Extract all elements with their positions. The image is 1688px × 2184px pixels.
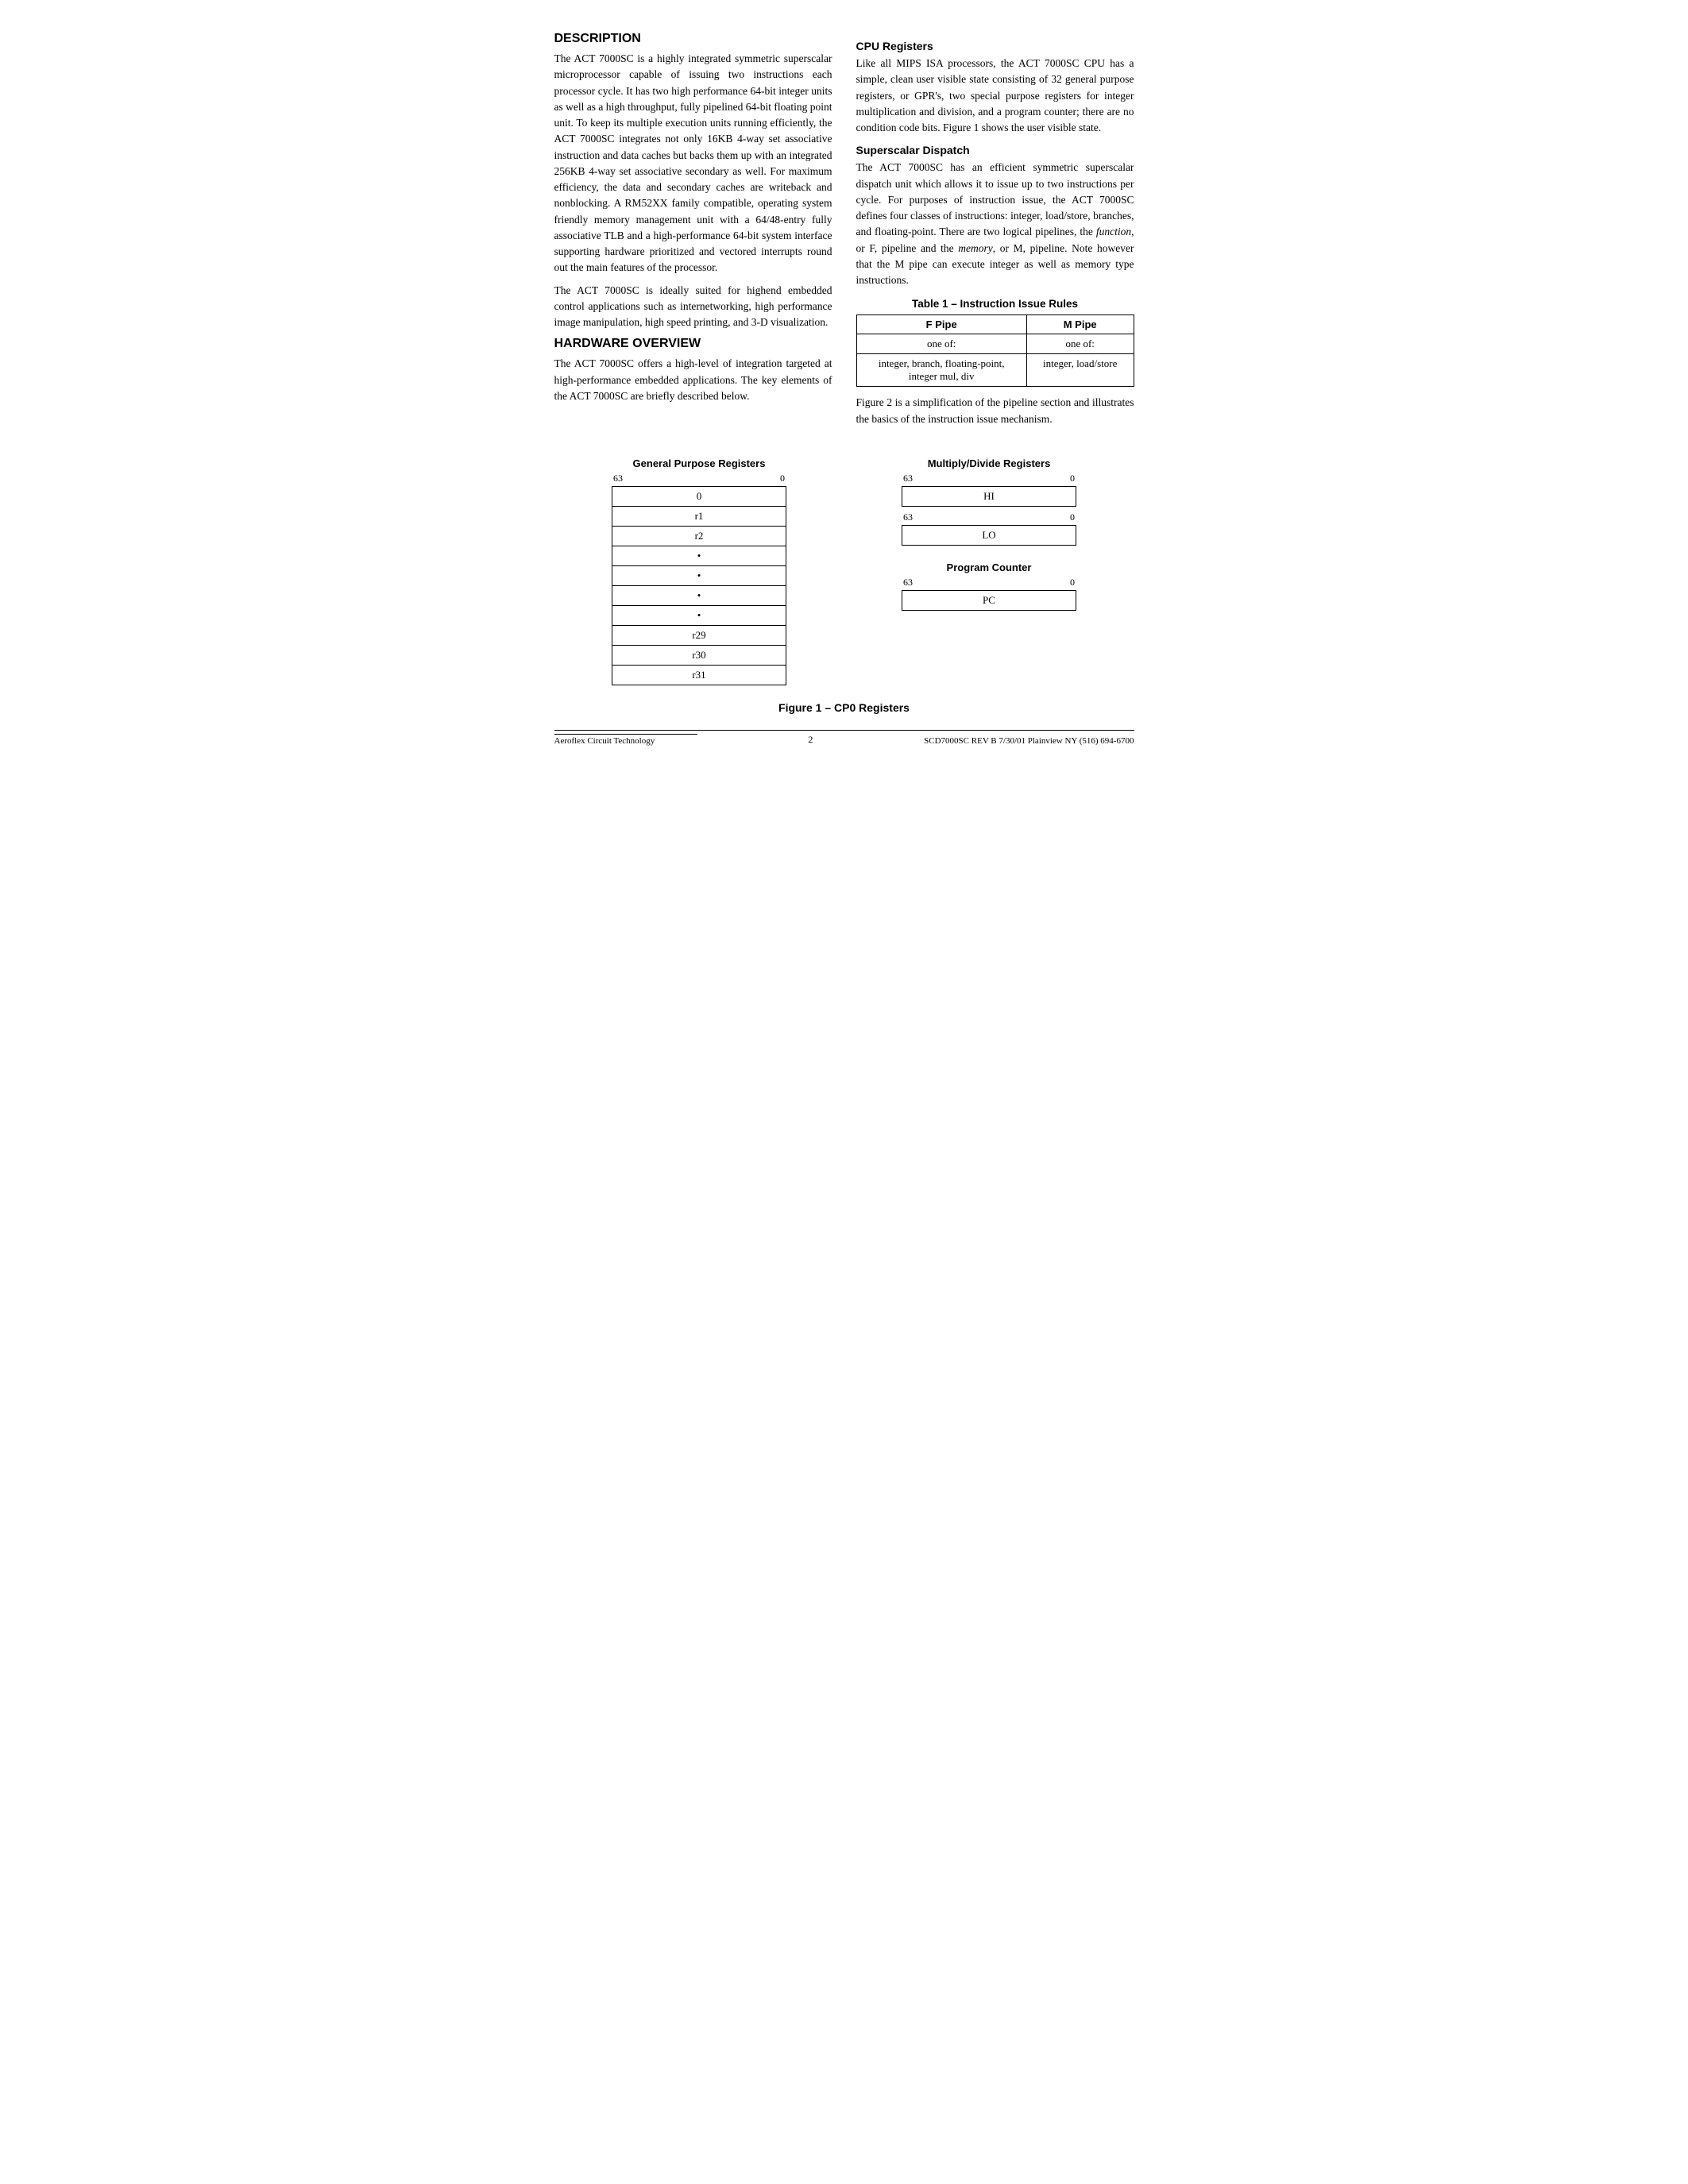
pc-bit-low: 0 bbox=[1070, 577, 1075, 588]
right-column: CPU Registers Like all MIPS ISA processo… bbox=[856, 32, 1134, 434]
table-row: integer, branch, floating-point,integer … bbox=[856, 354, 1134, 387]
superscalar-dispatch-title: Superscalar Dispatch bbox=[856, 144, 1134, 156]
description-title: Description bbox=[554, 32, 832, 46]
footer-page-number: 2 bbox=[808, 734, 813, 746]
description-para-2: The ACT 7000SC is ideally suited for hig… bbox=[554, 283, 832, 331]
program-counter-title: Program Counter bbox=[902, 561, 1076, 573]
table-cell-mpipe-oneof: one of: bbox=[1026, 334, 1134, 354]
hi-bit-low: 0 bbox=[1070, 473, 1075, 484]
gpr-title: General Purpose Registers bbox=[612, 457, 786, 469]
hi-bit-labels: 63 0 bbox=[902, 473, 1076, 484]
lo-table: LO bbox=[902, 525, 1076, 546]
table-row: • bbox=[612, 605, 786, 625]
program-counter-diagram: Program Counter 63 0 PC bbox=[902, 561, 1076, 611]
lo-bit-high: 63 bbox=[903, 511, 913, 523]
table-row: r2 bbox=[612, 526, 786, 546]
figures-section: General Purpose Registers 63 0 0r1r2••••… bbox=[554, 457, 1134, 685]
gpr-cell: r30 bbox=[612, 645, 786, 665]
table-cell-mpipe-instructions: integer, load/store bbox=[1026, 354, 1134, 387]
lo-bit-low: 0 bbox=[1070, 511, 1075, 523]
gpr-cell: • bbox=[612, 585, 786, 605]
gpr-diagram: General Purpose Registers 63 0 0r1r2••••… bbox=[612, 457, 786, 685]
table-row: • bbox=[612, 565, 786, 585]
description-para-1: The ACT 7000SC is a highly integrated sy… bbox=[554, 51, 832, 276]
footer-company: Aeroflex Circuit Technology bbox=[554, 734, 697, 746]
table-header-mpipe: M Pipe bbox=[1026, 315, 1134, 334]
table-row: • bbox=[612, 585, 786, 605]
table-row: r29 bbox=[612, 625, 786, 645]
pc-cell: PC bbox=[902, 590, 1076, 610]
multiply-divide-title: Multiply/Divide Registers bbox=[902, 457, 1076, 469]
superscalar-dispatch-para: The ACT 7000SC has an efficient symmetri… bbox=[856, 160, 1134, 288]
table-row: HI bbox=[902, 486, 1076, 506]
footer-doc-info: SCD7000SC REV B 7/30/01 Plainview NY (51… bbox=[924, 736, 1134, 746]
gpr-bit-high: 63 bbox=[613, 473, 623, 484]
table-row: 0 bbox=[612, 486, 786, 506]
pc-table: PC bbox=[902, 590, 1076, 611]
left-column: Description The ACT 7000SC is a highly i… bbox=[554, 32, 832, 434]
table-row: r31 bbox=[612, 665, 786, 685]
pc-bit-labels: 63 0 bbox=[902, 577, 1076, 588]
gpr-cell: 0 bbox=[612, 486, 786, 506]
hardware-overview-title: Hardware Overview bbox=[554, 337, 832, 351]
multiply-divide-diagram: Multiply/Divide Registers 63 0 HI 63 0 bbox=[902, 457, 1076, 546]
two-column-layout: Description The ACT 7000SC is a highly i… bbox=[554, 32, 1134, 434]
table-cell-fpipe-oneof: one of: bbox=[856, 334, 1026, 354]
table1-title: Table 1 – Instruction Issue Rules bbox=[856, 298, 1134, 310]
gpr-cell: • bbox=[612, 565, 786, 585]
cpu-registers-title: CPU Registers bbox=[856, 40, 1134, 52]
gpr-cell: r29 bbox=[612, 625, 786, 645]
hi-bit-high: 63 bbox=[903, 473, 913, 484]
table-row: one of: one of: bbox=[856, 334, 1134, 354]
issue-rules-table: F Pipe M Pipe one of: one of: integer, b… bbox=[856, 314, 1134, 387]
gpr-cell: r31 bbox=[612, 665, 786, 685]
pc-bit-high: 63 bbox=[903, 577, 913, 588]
gpr-cell: • bbox=[612, 605, 786, 625]
figure-caption: Figure 1 – CP0 Registers bbox=[554, 701, 1134, 714]
table-header-fpipe: F Pipe bbox=[856, 315, 1026, 334]
table-row: LO bbox=[902, 525, 1076, 545]
table1-note: Figure 2 is a simplification of the pipe… bbox=[856, 395, 1134, 427]
right-diagrams: Multiply/Divide Registers 63 0 HI 63 0 bbox=[902, 457, 1076, 611]
page-footer: Aeroflex Circuit Technology 2 SCD7000SC … bbox=[554, 730, 1134, 746]
cpu-registers-para: Like all MIPS ISA processors, the ACT 70… bbox=[856, 56, 1134, 136]
table-row: • bbox=[612, 546, 786, 565]
table-row: r30 bbox=[612, 645, 786, 665]
lo-cell: LO bbox=[902, 525, 1076, 545]
table-row: PC bbox=[902, 590, 1076, 610]
gpr-bit-labels: 63 0 bbox=[612, 473, 786, 484]
gpr-table: 0r1r2••••r29r30r31 bbox=[612, 486, 786, 685]
gpr-cell: • bbox=[612, 546, 786, 565]
hardware-overview-para: The ACT 7000SC offers a high-level of in… bbox=[554, 356, 832, 404]
gpr-bit-low: 0 bbox=[780, 473, 785, 484]
page: Description The ACT 7000SC is a highly i… bbox=[554, 32, 1134, 746]
hi-cell: HI bbox=[902, 486, 1076, 506]
table-row: r1 bbox=[612, 506, 786, 526]
lo-bit-labels: 63 0 bbox=[902, 511, 1076, 523]
gpr-cell: r2 bbox=[612, 526, 786, 546]
table-cell-fpipe-instructions: integer, branch, floating-point,integer … bbox=[856, 354, 1026, 387]
gpr-cell: r1 bbox=[612, 506, 786, 526]
footer-company-name: Aeroflex Circuit Technology bbox=[554, 736, 655, 746]
hi-table: HI bbox=[902, 486, 1076, 507]
